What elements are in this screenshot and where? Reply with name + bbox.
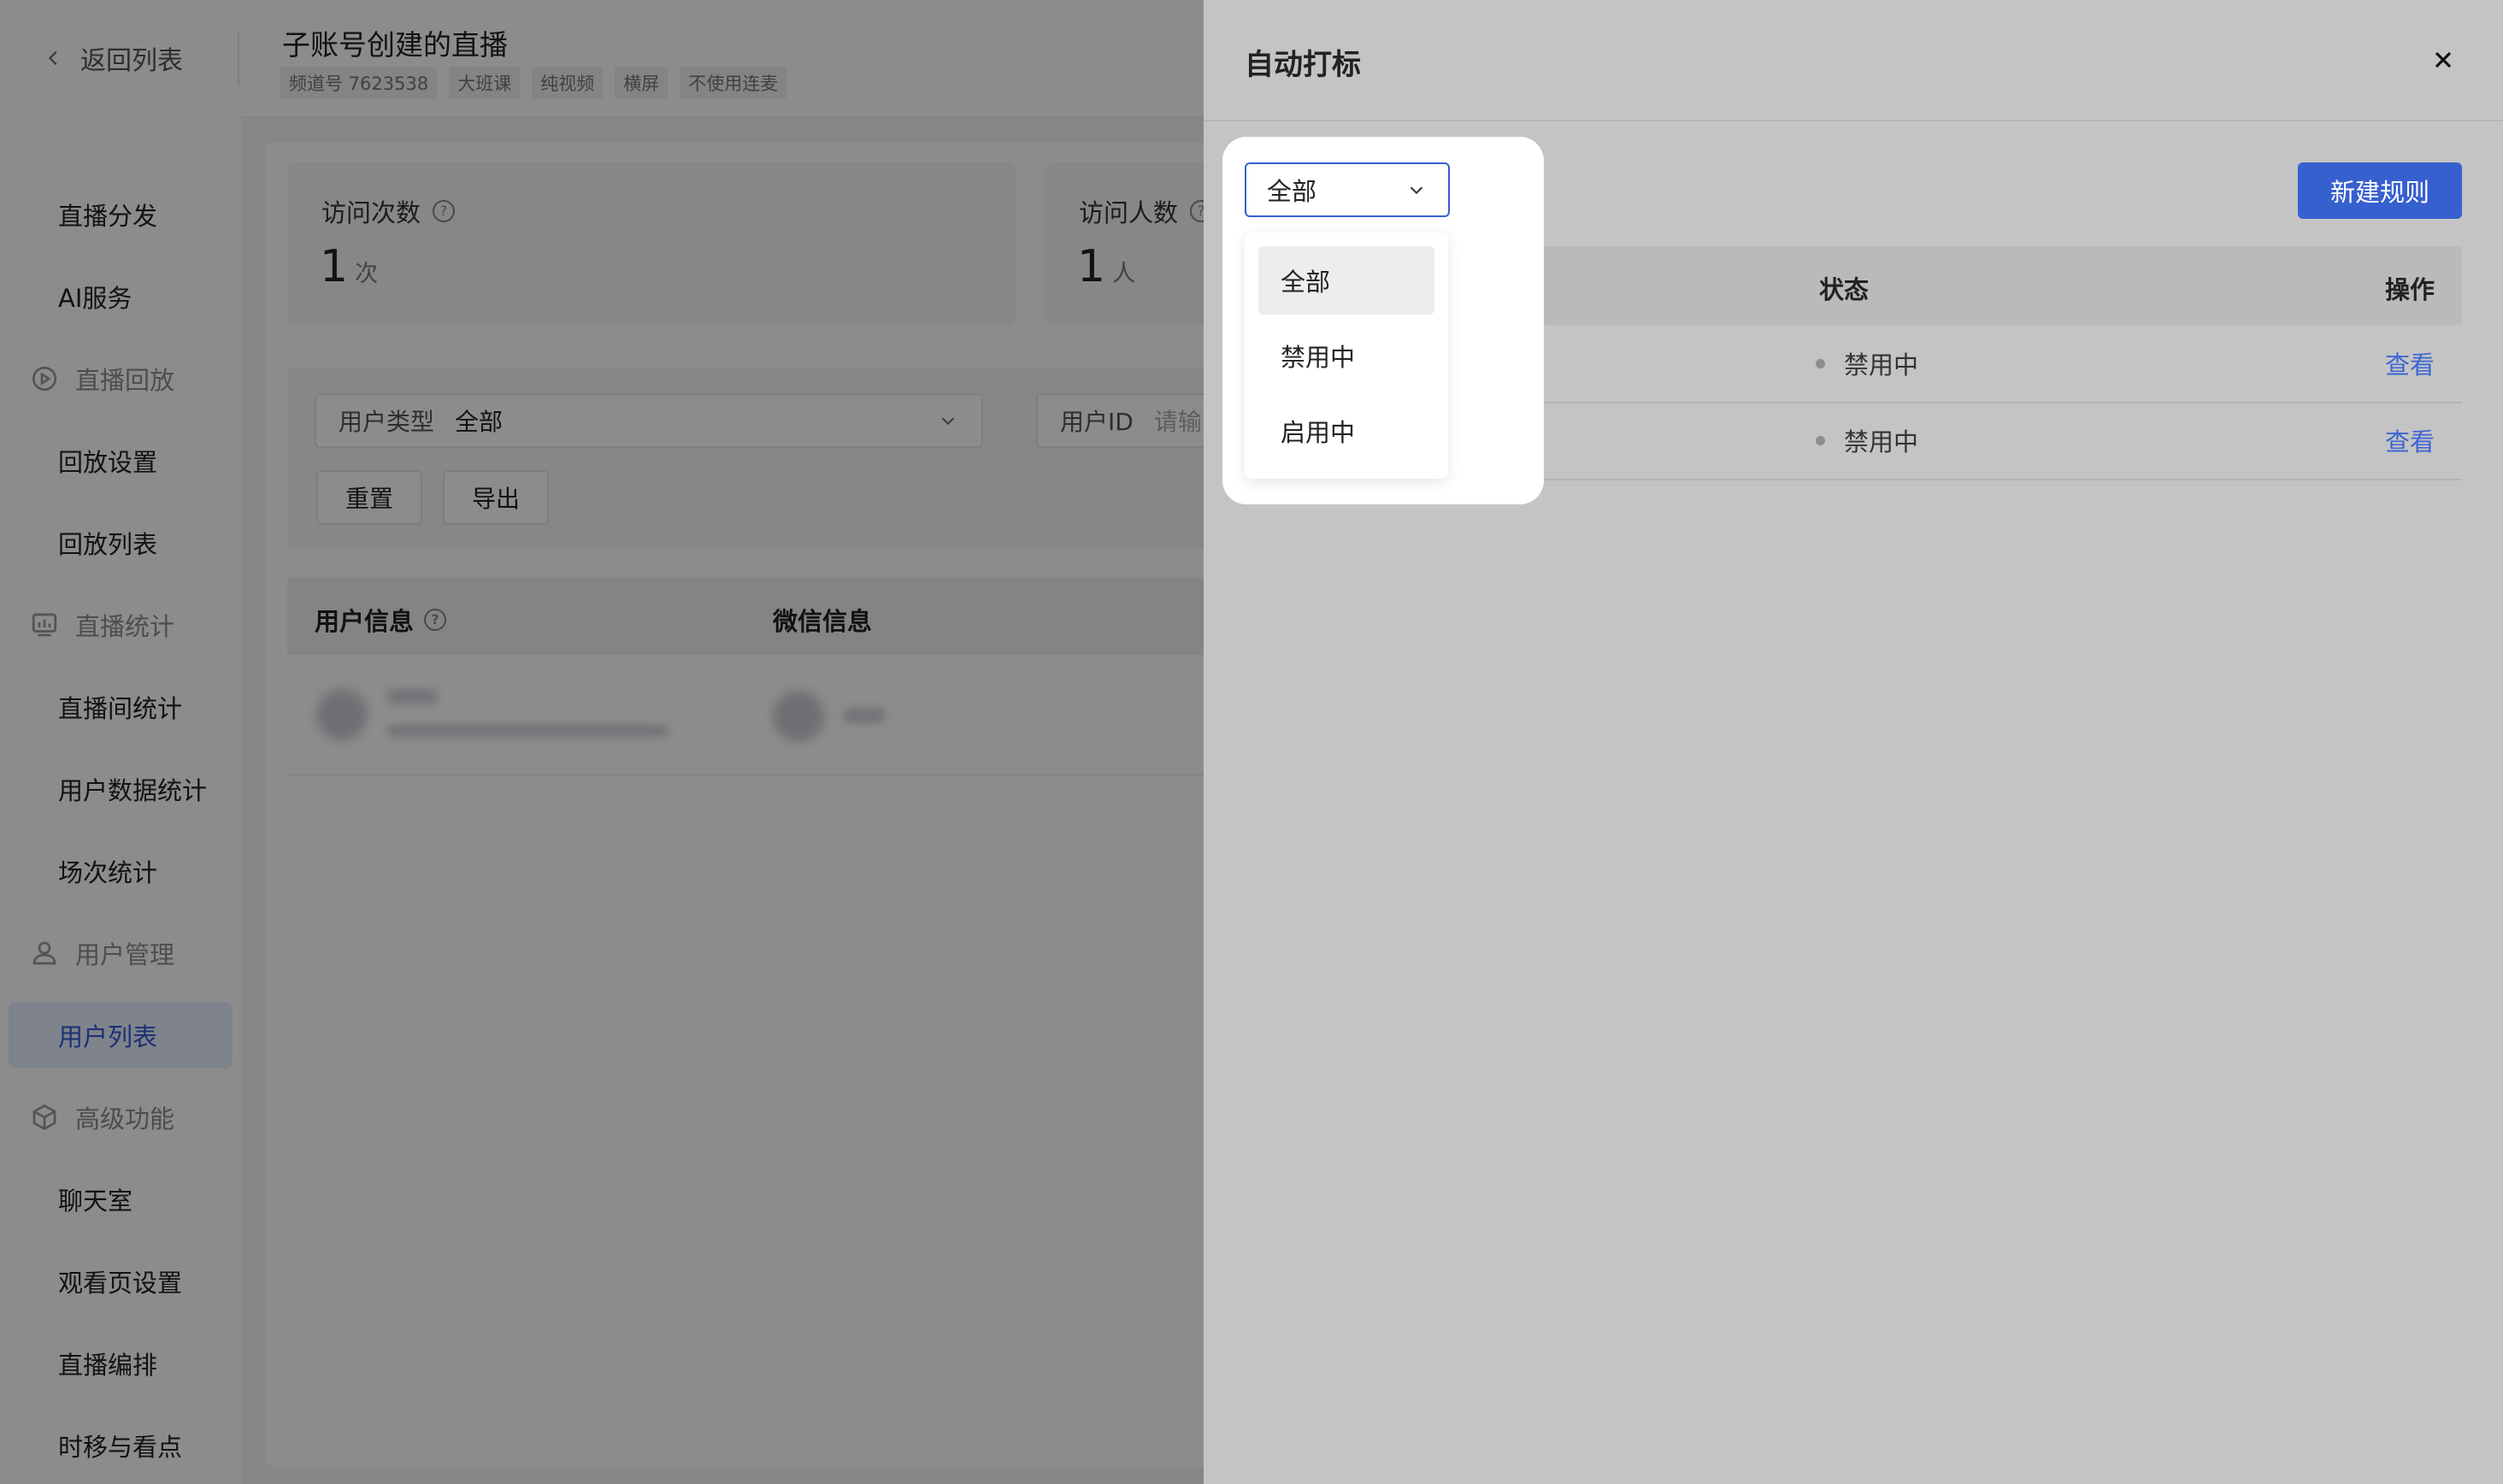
option-label: 全部 (1281, 268, 1331, 297)
status-filter-menu: 全部 禁用中 启用中 (1245, 233, 1448, 479)
status-dot (1816, 435, 1825, 445)
status-cell: 禁用中 (1816, 402, 1918, 479)
option-disabled[interactable]: 禁用中 (1258, 321, 1434, 390)
chevron-down-icon (1410, 186, 1423, 195)
status-dot (1816, 358, 1825, 368)
status-text: 禁用中 (1844, 350, 1919, 380)
option-enabled[interactable]: 启用中 (1258, 397, 1434, 465)
option-all[interactable]: 全部 (1258, 246, 1434, 315)
status-cell: 禁用中 (1816, 325, 1918, 402)
view-link[interactable]: 查看 (2385, 402, 2435, 479)
col-status: 状态 (1819, 275, 1870, 304)
col-action: 操作 (2384, 275, 2435, 304)
option-label: 启用中 (1281, 418, 1356, 447)
status-filter-value: 全部 (1267, 177, 1317, 206)
status-text: 禁用中 (1844, 427, 1919, 456)
status-filter-select[interactable]: 全部 (1245, 162, 1450, 217)
option-label: 禁用中 (1281, 343, 1356, 372)
close-icon[interactable] (2426, 43, 2460, 77)
drawer-title: 自动打标 (1245, 48, 1361, 82)
drawer-divider (1204, 120, 2503, 121)
view-link[interactable]: 查看 (2385, 325, 2435, 402)
new-rule-button[interactable]: 新建规则 (2298, 162, 2462, 219)
modal-backdrop[interactable] (0, 0, 1204, 1484)
